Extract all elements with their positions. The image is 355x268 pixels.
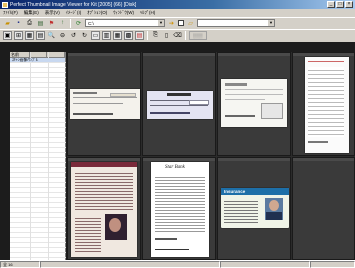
refresh-icon[interactable]: ⟳ xyxy=(74,19,83,28)
minimize-button[interactable]: _ xyxy=(327,1,335,8)
column-header-3[interactable] xyxy=(47,52,66,57)
filter-combo[interactable]: ▼ xyxy=(197,19,275,27)
scan-icon[interactable]: ▤ xyxy=(36,19,45,28)
rotate-right-icon[interactable]: ↻ xyxy=(80,31,89,40)
menu-view[interactable]: 表示(V) xyxy=(45,10,60,16)
view-toolbar: ▣ ⊞ ▦ ▤ 🔍 ⊖ ↺ ↻ ▭ ▥ ▦ ▩ ▤ ⎘ ▯ ⌫ ▒▒▒ xyxy=(0,29,355,40)
form-thumbnail xyxy=(305,57,349,153)
letter-heading: Star Bank xyxy=(165,165,185,170)
menu-help[interactable]: ﾍﾙﾌﾟ(H) xyxy=(140,10,155,16)
filter-checkbox[interactable] xyxy=(178,20,184,26)
thumbnail-cell[interactable]: Insurance xyxy=(217,157,291,260)
thumbnail-cell[interactable] xyxy=(292,157,355,260)
status-message xyxy=(40,261,220,268)
chevron-down-icon[interactable]: ▼ xyxy=(268,20,274,26)
print-icon[interactable]: ⎙ xyxy=(25,19,34,28)
menu-bar: ﾌｧｲﾙ(F) 編集(E) 表示(V) ｲﾒｰｼﾞ(I) ｵﾌﾟｼｮﾝ(O) ｳ… xyxy=(0,9,355,17)
thumbnail-cell[interactable] xyxy=(142,52,216,156)
paste-icon[interactable]: ▯ xyxy=(162,31,171,40)
status-path xyxy=(220,261,310,268)
save-icon[interactable]: ▪ xyxy=(14,19,23,28)
status-zoom xyxy=(310,261,355,268)
id-card-thumbnail: Insurance xyxy=(221,188,289,228)
thumbnail-cell[interactable] xyxy=(217,52,291,156)
zoom-out-icon[interactable]: ⊖ xyxy=(58,31,67,40)
go-icon[interactable]: ➔ xyxy=(167,19,176,28)
menu-options[interactable]: ｵﾌﾟｼｮﾝ(O) xyxy=(87,10,107,16)
title-bar[interactable]: Perfect Thumbnail Image Viewer for Kit [… xyxy=(0,0,355,9)
cheque-thumbnail xyxy=(70,89,140,119)
layout-3-icon[interactable]: ▦ xyxy=(113,30,122,40)
close-button[interactable]: × xyxy=(345,1,353,8)
disabled-action-button[interactable]: ▒▒▒ xyxy=(189,30,207,40)
folder-icon[interactable]: ▱ xyxy=(186,19,195,28)
list-item[interactable]: ｽｷｬﾝ画像/ｻﾝﾌﾟﾙ xyxy=(10,58,65,63)
layout-1-icon[interactable]: ▭ xyxy=(91,30,100,40)
card-title: Insurance xyxy=(224,189,246,194)
menu-window[interactable]: ｳｨﾝﾄﾞｳ(W) xyxy=(113,10,134,16)
menu-edit[interactable]: 編集(E) xyxy=(24,10,39,16)
layout-5-icon[interactable]: ▤ xyxy=(135,30,144,40)
letter-thumbnail: Star Bank xyxy=(151,162,209,257)
status-count: 全 16 xyxy=(0,261,40,268)
main-toolbar: ▰ ▪ ⎙ ▤ ⚑ ↑ ⟳ C:\ ▼ ➔ ▱ ▼ xyxy=(0,17,355,28)
view-grid-icon[interactable]: ⊞ xyxy=(14,30,23,40)
receipt-thumbnail xyxy=(221,79,287,127)
up-folder-icon[interactable]: ↑ xyxy=(58,19,67,28)
column-header-name[interactable]: 名前 xyxy=(10,52,30,57)
copy-icon[interactable]: ⎘ xyxy=(151,31,160,40)
menu-image[interactable]: ｲﾒｰｼﾞ(I) xyxy=(66,10,82,16)
column-header-2[interactable] xyxy=(30,52,48,57)
view-list-icon[interactable]: ▤ xyxy=(36,30,45,40)
main-content: 名前 ｽｷｬﾝ画像/ｻﾝﾌﾟﾙ Star Bank Insurance xyxy=(0,42,355,260)
thumbnail-cell[interactable] xyxy=(67,52,141,156)
rotate-left-icon[interactable]: ↺ xyxy=(69,31,78,40)
path-combo[interactable]: C:\ ▼ xyxy=(85,19,165,27)
maximize-button[interactable]: □ xyxy=(336,1,344,8)
app-window: Perfect Thumbnail Image Viewer for Kit [… xyxy=(0,0,355,268)
chevron-down-icon[interactable]: ▼ xyxy=(158,20,164,26)
app-icon xyxy=(2,1,8,8)
layout-4-icon[interactable]: ▩ xyxy=(124,30,133,40)
thumbnail-grid: Star Bank Insurance xyxy=(67,52,355,260)
flag-icon[interactable]: ⚑ xyxy=(47,19,56,28)
cheque-thumbnail xyxy=(147,91,213,119)
menu-file[interactable]: ﾌｧｲﾙ(F) xyxy=(3,10,18,16)
open-folder-icon[interactable]: ▰ xyxy=(3,19,12,28)
view-single-icon[interactable]: ▣ xyxy=(3,30,12,40)
thumbnail-cell[interactable] xyxy=(67,157,141,260)
delete-icon[interactable]: ⌫ xyxy=(173,31,182,40)
view-thumbs-icon[interactable]: ▦ xyxy=(25,30,34,40)
status-bar: 全 16 xyxy=(0,260,355,268)
layout-2-icon[interactable]: ▥ xyxy=(102,30,111,40)
path-value: C:\ xyxy=(88,20,94,26)
file-list-pane: 名前 ｽｷｬﾝ画像/ｻﾝﾌﾟﾙ xyxy=(10,52,66,260)
thumbnail-cell[interactable]: Star Bank xyxy=(142,157,216,260)
thumbnail-cell[interactable] xyxy=(292,52,355,156)
window-title: Perfect Thumbnail Image Viewer for Kit [… xyxy=(10,1,137,8)
brochure-thumbnail xyxy=(71,162,137,257)
zoom-in-icon[interactable]: 🔍 xyxy=(47,31,56,40)
